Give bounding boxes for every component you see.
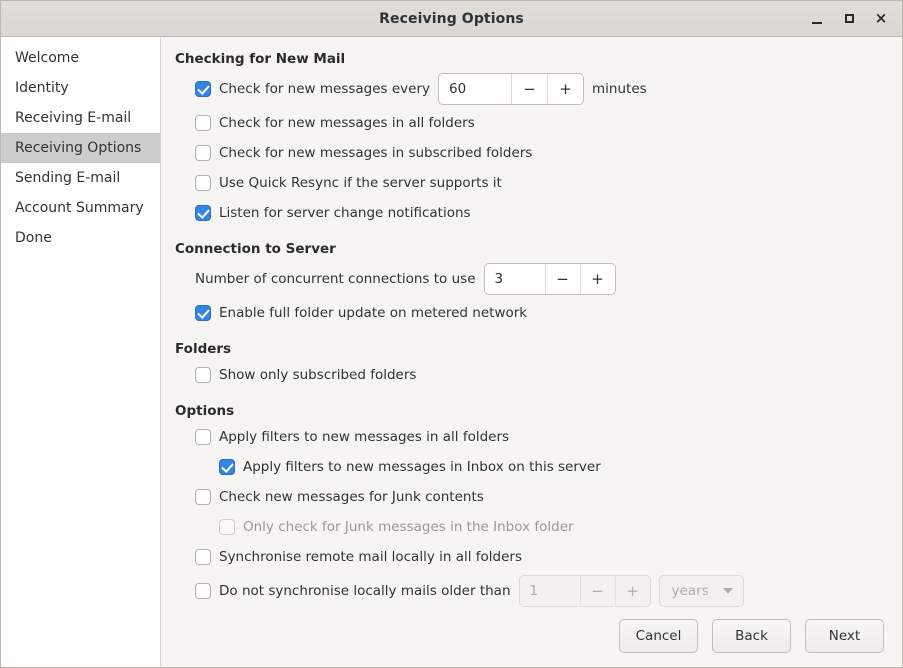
row-concurrent-connections: Number of concurrent connections to use … <box>175 263 884 295</box>
label-junk-inbox-only: Only check for Junk messages in the Inbo… <box>243 519 574 535</box>
label-listen-notifications: Listen for server change notifications <box>219 205 471 221</box>
sidebar-item-receiving-email[interactable]: Receiving E-mail <box>1 103 160 133</box>
checkbox-junk-check[interactable] <box>195 489 211 505</box>
row-no-sync-older-than: Do not synchronise locally mails older t… <box>175 575 884 607</box>
sidebar-item-receiving-options[interactable]: Receiving Options <box>1 133 160 163</box>
label-concurrent-connections: Number of concurrent connections to use <box>195 271 476 287</box>
sidebar-item-label: Receiving Options <box>15 140 142 156</box>
spinner-age-increment: + <box>614 576 650 606</box>
checkbox-sync-remote[interactable] <box>195 549 211 565</box>
sidebar-item-welcome[interactable]: Welcome <box>1 43 160 73</box>
label-minutes: minutes <box>592 81 647 97</box>
sidebar-item-label: Welcome <box>15 50 80 66</box>
row-quick-resync: Use Quick Resync if the server supports … <box>175 171 884 195</box>
section-heading-options: Options <box>175 403 235 419</box>
spinner-age-decrement: − <box>579 576 615 606</box>
window-controls: × <box>802 5 896 33</box>
next-button[interactable]: Next <box>805 619 884 653</box>
section-heading-checking: Checking for New Mail <box>175 51 346 67</box>
checkbox-filters-inbox[interactable] <box>219 459 235 475</box>
dialog-footer: Cancel Back Next <box>619 619 884 653</box>
checkbox-junk-inbox-only <box>219 519 235 535</box>
spinner-concurrent-connections: 3 − + <box>483 263 616 295</box>
sidebar-item-account-summary[interactable]: Account Summary <box>1 193 160 223</box>
checkbox-check-all-folders[interactable] <box>195 115 211 131</box>
dropdown-age-unit: years <box>658 575 744 607</box>
label-sync-remote: Synchronise remote mail locally in all f… <box>219 549 522 565</box>
checkbox-metered-network[interactable] <box>195 305 211 321</box>
row-check-subscribed-folders: Check for new messages in subscribed fol… <box>175 141 884 165</box>
label-filters-all-folders: Apply filters to new messages in all fol… <box>219 429 510 445</box>
options-panel: Checking for New Mail Check for new mess… <box>161 37 902 667</box>
receiving-options-window: Receiving Options × Welcome Identity Rec… <box>0 0 903 668</box>
row-filters-all-folders: Apply filters to new messages in all fol… <box>175 425 884 449</box>
sidebar-item-label: Account Summary <box>15 200 144 216</box>
sidebar-item-done[interactable]: Done <box>1 223 160 253</box>
spinner-connections-value[interactable]: 3 <box>484 264 545 294</box>
sidebar-item-label: Sending E-mail <box>15 170 121 186</box>
window-title: Receiving Options <box>379 10 524 27</box>
row-junk-check: Check new messages for Junk contents <box>175 485 884 509</box>
label-check-every: Check for new messages every <box>219 81 431 97</box>
row-listen-notifications: Listen for server change notifications <box>175 201 884 225</box>
label-check-subscribed-folders: Check for new messages in subscribed fol… <box>219 145 533 161</box>
checkbox-quick-resync[interactable] <box>195 175 211 191</box>
section-heading-connection: Connection to Server <box>175 241 336 257</box>
spinner-connections-decrement[interactable]: − <box>544 264 580 294</box>
row-sync-remote: Synchronise remote mail locally in all f… <box>175 545 884 569</box>
checkbox-check-every[interactable] <box>195 81 211 97</box>
sidebar-item-label: Identity <box>15 80 69 96</box>
cancel-button[interactable]: Cancel <box>619 619 698 653</box>
label-no-sync-older-than: Do not synchronise locally mails older t… <box>219 583 511 599</box>
close-button[interactable]: × <box>866 5 896 33</box>
sidebar-item-sending-email[interactable]: Sending E-mail <box>1 163 160 193</box>
row-check-interval: Check for new messages every 60 − + minu… <box>175 73 884 105</box>
maximize-button[interactable] <box>834 5 864 33</box>
label-filters-inbox: Apply filters to new messages in Inbox o… <box>243 459 601 475</box>
minimize-icon <box>812 21 822 24</box>
label-show-subscribed-folders: Show only subscribed folders <box>219 367 417 383</box>
checkbox-check-subscribed-folders[interactable] <box>195 145 211 161</box>
spinner-connections-increment[interactable]: + <box>579 264 615 294</box>
label-metered-network: Enable full folder update on metered net… <box>219 305 528 321</box>
wizard-sidebar: Welcome Identity Receiving E-mail Receiv… <box>1 37 161 667</box>
title-bar: Receiving Options × <box>1 1 902 37</box>
checkbox-show-subscribed-folders[interactable] <box>195 367 211 383</box>
chevron-down-icon <box>722 588 733 594</box>
checkbox-listen-notifications[interactable] <box>195 205 211 221</box>
spinner-age-value: 1 <box>519 576 580 606</box>
checkbox-filters-all-folders[interactable] <box>195 429 211 445</box>
row-junk-inbox-only: Only check for Junk messages in the Inbo… <box>175 515 884 539</box>
maximize-icon <box>844 14 854 23</box>
spinner-interval-increment[interactable]: + <box>547 74 584 104</box>
checkbox-no-sync-older-than[interactable] <box>195 583 211 599</box>
row-filters-inbox: Apply filters to new messages in Inbox o… <box>175 455 884 479</box>
spinner-check-interval: 60 − + <box>438 73 585 105</box>
minimize-button[interactable] <box>802 5 832 33</box>
row-metered-network: Enable full folder update on metered net… <box>175 301 884 325</box>
spinner-interval-decrement[interactable]: − <box>511 74 548 104</box>
row-show-subscribed-folders: Show only subscribed folders <box>175 363 884 387</box>
sidebar-item-label: Receiving E-mail <box>15 110 132 126</box>
sidebar-item-label: Done <box>15 230 52 246</box>
label-quick-resync: Use Quick Resync if the server supports … <box>219 175 502 191</box>
spinner-age: 1 − + <box>518 575 651 607</box>
dropdown-age-unit-value: years <box>671 583 709 599</box>
row-check-all-folders: Check for new messages in all folders <box>175 111 884 135</box>
spinner-interval-value[interactable]: 60 <box>439 74 512 104</box>
sidebar-item-identity[interactable]: Identity <box>1 73 160 103</box>
label-junk-check: Check new messages for Junk contents <box>219 489 484 505</box>
close-icon: × <box>874 9 888 27</box>
label-check-all-folders: Check for new messages in all folders <box>219 115 475 131</box>
back-button[interactable]: Back <box>712 619 791 653</box>
section-heading-folders: Folders <box>175 341 232 357</box>
window-body: Welcome Identity Receiving E-mail Receiv… <box>1 37 902 667</box>
